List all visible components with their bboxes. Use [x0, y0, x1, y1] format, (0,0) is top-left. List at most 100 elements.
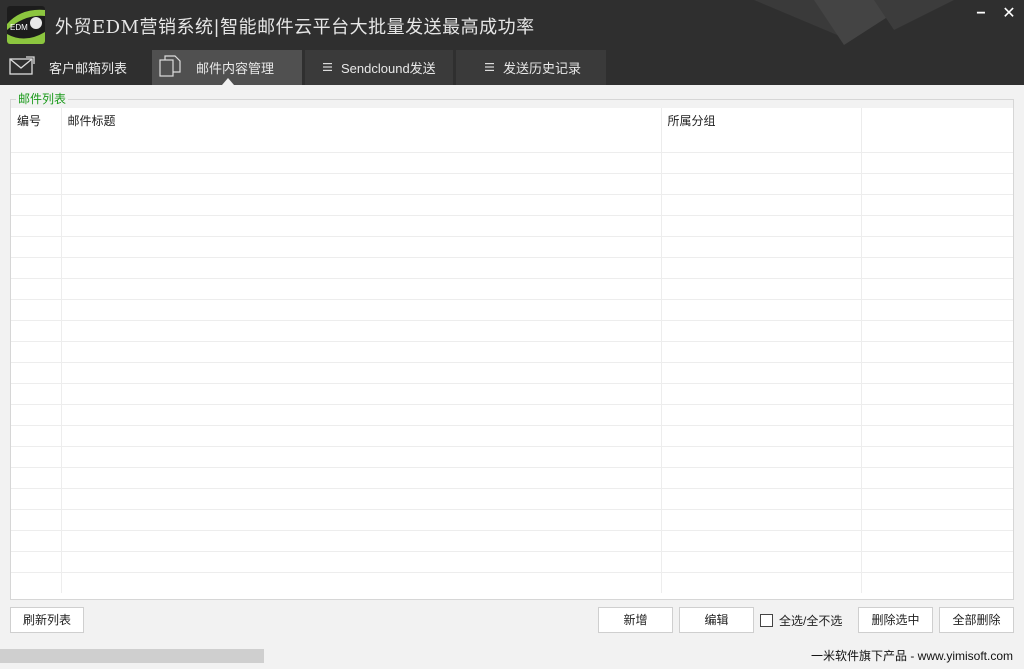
table-cell: [61, 235, 662, 257]
select-all-label: 全选/全不选: [779, 613, 843, 628]
table-row[interactable]: [11, 214, 1013, 236]
column-header-group[interactable]: 所属分组: [661, 108, 862, 152]
table-cell: [861, 319, 1013, 341]
mail-list-table[interactable]: 编号 邮件标题 所属分组: [11, 108, 1013, 599]
table-row[interactable]: [11, 529, 1013, 551]
delete-all-button[interactable]: 全部删除: [939, 607, 1014, 633]
table-cell: [861, 172, 1013, 194]
app-logo: EDM: [7, 6, 45, 44]
table-cell: [11, 214, 62, 236]
table-row[interactable]: [11, 193, 1013, 215]
tab-label: Sendclound发送: [341, 61, 436, 76]
tab-customer-email-list[interactable]: 客户邮箱列表: [0, 50, 148, 85]
table-cell: [11, 508, 62, 530]
table-cell: [61, 529, 662, 551]
table-row[interactable]: [11, 508, 1013, 530]
logo-text: EDM: [10, 23, 28, 32]
table-cell: [11, 235, 62, 257]
table-row[interactable]: [11, 172, 1013, 194]
select-all-toggle[interactable]: 全选/全不选: [760, 612, 842, 628]
table-cell: [11, 193, 62, 215]
table-row[interactable]: [11, 487, 1013, 509]
table-row[interactable]: [11, 151, 1013, 173]
table-cell: [11, 382, 62, 404]
table-row[interactable]: [11, 382, 1013, 404]
tab-label: 邮件内容管理: [196, 61, 275, 76]
table-cell: [661, 256, 862, 278]
title-bar: EDM 外贸EDM营销系统|智能邮件云平台大批量发送最高成功率 − ✕: [0, 0, 1024, 50]
table-cell: [661, 319, 862, 341]
table-cell: [61, 361, 662, 383]
table-cell: [11, 487, 62, 509]
table-cell: [61, 445, 662, 467]
table-cell: [11, 277, 62, 299]
documents-icon: [158, 54, 182, 81]
table-cell: [11, 445, 62, 467]
table-cell: [861, 445, 1013, 467]
refresh-list-button[interactable]: 刷新列表: [10, 607, 84, 633]
column-header-id[interactable]: 编号: [11, 108, 62, 152]
table-cell: [861, 193, 1013, 215]
table-cell: [661, 529, 862, 551]
table-cell: [861, 571, 1013, 593]
table-row[interactable]: [11, 361, 1013, 383]
table-row[interactable]: [11, 256, 1013, 278]
table-cell: [661, 151, 862, 173]
tab-label: 发送历史记录: [503, 61, 582, 76]
table-row[interactable]: [11, 235, 1013, 257]
table-cell: [61, 319, 662, 341]
table-row[interactable]: [11, 298, 1013, 320]
table-body: [11, 151, 1013, 593]
table-row[interactable]: [11, 550, 1013, 572]
table-cell: [861, 403, 1013, 425]
tab-send-history[interactable]: 发送历史记录: [456, 50, 606, 85]
table-cell: [861, 382, 1013, 404]
table-cell: [61, 466, 662, 488]
mail-icon: [8, 55, 36, 80]
table-header-row: 编号 邮件标题 所属分组: [11, 108, 1013, 152]
table-cell: [661, 277, 862, 299]
table-cell: [11, 361, 62, 383]
table-cell: [661, 172, 862, 194]
table-cell: [661, 466, 862, 488]
table-row[interactable]: [11, 571, 1013, 593]
table-row[interactable]: [11, 319, 1013, 341]
table-cell: [11, 256, 62, 278]
add-button[interactable]: 新增: [598, 607, 673, 633]
table-cell: [861, 151, 1013, 173]
tab-sendcloud-send[interactable]: Sendclound发送: [305, 50, 453, 85]
table-cell: [61, 508, 662, 530]
table-cell: [61, 571, 662, 593]
table-cell: [11, 403, 62, 425]
table-cell: [11, 340, 62, 362]
delete-selected-button[interactable]: 删除选中: [858, 607, 933, 633]
table-cell: [661, 424, 862, 446]
table-cell: [11, 319, 62, 341]
column-header-filler: [861, 108, 1013, 152]
list-icon: [485, 60, 495, 75]
table-cell: [61, 172, 662, 194]
table-row[interactable]: [11, 403, 1013, 425]
table-row[interactable]: [11, 277, 1013, 299]
table-cell: [11, 571, 62, 593]
minimize-button[interactable]: −: [971, 4, 991, 24]
table-cell: [661, 403, 862, 425]
select-all-checkbox[interactable]: [760, 613, 773, 627]
table-row[interactable]: [11, 424, 1013, 446]
close-button[interactable]: ✕: [999, 4, 1019, 24]
table-cell: [61, 424, 662, 446]
table-cell: [11, 172, 62, 194]
table-cell: [661, 340, 862, 362]
table-cell: [661, 298, 862, 320]
edit-button[interactable]: 编辑: [679, 607, 754, 633]
table-cell: [861, 277, 1013, 299]
table-cell: [861, 466, 1013, 488]
table-cell: [61, 298, 662, 320]
table-row[interactable]: [11, 340, 1013, 362]
table-cell: [861, 487, 1013, 509]
table-cell: [861, 214, 1013, 236]
table-row[interactable]: [11, 466, 1013, 488]
table-cell: [661, 214, 862, 236]
table-row[interactable]: [11, 445, 1013, 467]
column-header-subject[interactable]: 邮件标题: [61, 108, 662, 152]
